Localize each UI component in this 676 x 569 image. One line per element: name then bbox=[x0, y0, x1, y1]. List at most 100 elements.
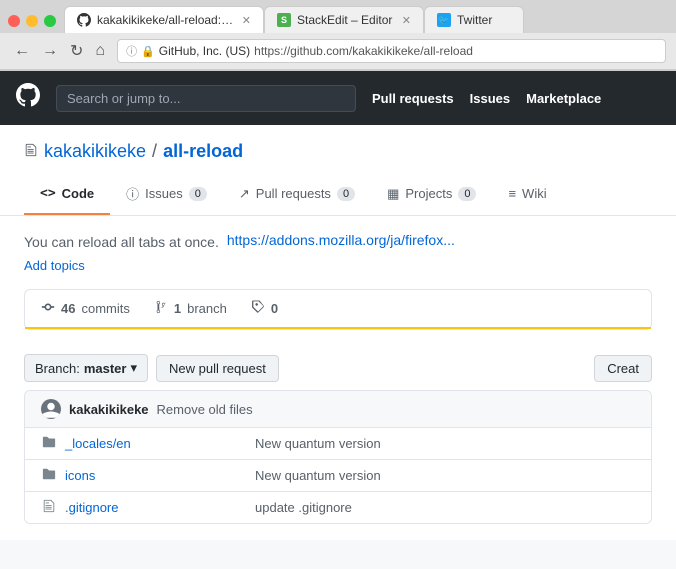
twitter-tab-title: Twitter bbox=[457, 13, 511, 27]
branches-stat[interactable]: 1 branch bbox=[154, 300, 227, 317]
tab-twitter[interactable]: 🐦 Twitter bbox=[424, 6, 524, 33]
repo-owner-link[interactable]: kakakikikeke bbox=[44, 141, 146, 162]
commits-stat[interactable]: 46 commits bbox=[41, 300, 130, 317]
commits-label: commits bbox=[81, 301, 129, 316]
repo-description-link[interactable]: https://addons.mozilla.org/ja/firefox... bbox=[227, 232, 455, 248]
new-pull-request-button[interactable]: New pull request bbox=[156, 355, 279, 382]
repo-header: kakakikikeke / all-reload <> Code ⓘ Issu… bbox=[0, 125, 676, 216]
browser-toolbar: ← → ↻ ⌂ ⓘ 🔒 GitHub, Inc. (US) https://gi… bbox=[0, 33, 676, 70]
nav-links: Pull requests Issues Marketplace bbox=[372, 91, 601, 106]
branches-label: branch bbox=[187, 301, 227, 316]
tab-projects[interactable]: ▦ Projects 0 bbox=[371, 174, 492, 215]
file-commit-icons: New quantum version bbox=[255, 468, 635, 483]
issues-tab-icon: ⓘ bbox=[126, 184, 139, 203]
tab-github[interactable]: kakakikikeke/all-reload: You ca ✕ bbox=[64, 6, 264, 33]
github-tab-title: kakakikikeke/all-reload: You ca bbox=[97, 13, 236, 27]
file-commit-locales: New quantum version bbox=[255, 436, 635, 451]
stackedit-tab-title: StackEdit – Editor bbox=[297, 13, 396, 27]
pull-requests-nav-link[interactable]: Pull requests bbox=[372, 91, 454, 106]
file-name-locales[interactable]: _locales/en bbox=[65, 436, 255, 451]
latest-commit-row: kakakikikeke Remove old files bbox=[25, 391, 651, 428]
stackedit-favicon: S bbox=[277, 13, 291, 27]
tab-pull-requests[interactable]: ↗ Pull requests 0 bbox=[223, 174, 371, 215]
close-window-btn[interactable] bbox=[8, 15, 20, 27]
browser-chrome: kakakikikeke/all-reload: You ca ✕ S Stac… bbox=[0, 0, 676, 71]
tags-count: 0 bbox=[271, 301, 278, 316]
stackedit-tab-close[interactable]: ✕ bbox=[402, 14, 411, 27]
branch-row: Branch: master ▾ New pull request Creat bbox=[24, 346, 652, 390]
file-row: _locales/en New quantum version bbox=[25, 428, 651, 460]
repo-separator: / bbox=[152, 141, 157, 162]
home-button[interactable]: ⌂ bbox=[91, 39, 109, 63]
maximize-window-btn[interactable] bbox=[44, 15, 56, 27]
file-row: icons New quantum version bbox=[25, 460, 651, 492]
pr-badge: 0 bbox=[337, 187, 355, 201]
address-bar[interactable]: ⓘ 🔒 GitHub, Inc. (US) https://github.com… bbox=[117, 39, 666, 63]
branches-count: 1 bbox=[174, 301, 181, 316]
create-button[interactable]: Creat bbox=[594, 355, 652, 382]
file-name-gitignore[interactable]: .gitignore bbox=[65, 500, 255, 515]
wiki-tab-icon: ≡ bbox=[508, 186, 516, 201]
file-commit-gitignore: update .gitignore bbox=[255, 500, 635, 515]
add-topics-link[interactable]: Add topics bbox=[24, 258, 85, 273]
file-name-icons[interactable]: icons bbox=[65, 468, 255, 483]
issues-tab-label: Issues bbox=[145, 186, 183, 201]
commits-count: 46 bbox=[61, 301, 75, 316]
folder-icon bbox=[41, 435, 57, 452]
pr-tab-label: Pull requests bbox=[256, 186, 331, 201]
commits-icon bbox=[41, 300, 55, 317]
projects-tab-icon: ▦ bbox=[387, 186, 399, 202]
github-navbar: Pull requests Issues Marketplace bbox=[0, 71, 676, 125]
search-input[interactable] bbox=[56, 85, 356, 112]
code-tab-icon: <> bbox=[40, 186, 56, 201]
repo-type-icon bbox=[24, 143, 38, 160]
file-row: .gitignore update .gitignore bbox=[25, 492, 651, 523]
tab-issues[interactable]: ⓘ Issues 0 bbox=[110, 174, 223, 215]
committer-avatar bbox=[41, 399, 61, 419]
stats-bar: 46 commits 1 branch 0 bbox=[24, 289, 652, 330]
pr-tab-icon: ↗ bbox=[239, 186, 250, 202]
folder-icon bbox=[41, 467, 57, 484]
repo-description: You can reload all tabs at once. bbox=[24, 232, 219, 253]
minimize-window-btn[interactable] bbox=[26, 15, 38, 27]
commit-message: Remove old files bbox=[157, 402, 253, 417]
tags-stat[interactable]: 0 bbox=[251, 300, 278, 317]
search-container bbox=[56, 85, 356, 112]
repo-content: You can reload all tabs at once. https:/… bbox=[0, 216, 676, 540]
tags-icon bbox=[251, 300, 265, 317]
refresh-button[interactable]: ↻ bbox=[66, 39, 87, 63]
breadcrumb: kakakikikeke / all-reload bbox=[24, 141, 652, 162]
file-table: kakakikikeke Remove old files _locales/e… bbox=[24, 390, 652, 524]
wiki-tab-label: Wiki bbox=[522, 186, 547, 201]
tab-wiki[interactable]: ≡ Wiki bbox=[492, 174, 562, 215]
tab-bar: kakakikikeke/all-reload: You ca ✕ S Stac… bbox=[0, 0, 676, 33]
forward-button[interactable]: → bbox=[38, 39, 62, 63]
org-name: GitHub, Inc. (US) bbox=[159, 44, 250, 58]
issues-badge: 0 bbox=[189, 187, 207, 201]
projects-tab-label: Projects bbox=[405, 186, 452, 201]
branch-value: master bbox=[84, 361, 127, 376]
branch-chevron-icon: ▾ bbox=[130, 360, 137, 376]
repo-name-link[interactable]: all-reload bbox=[163, 141, 243, 162]
stats-inner: 46 commits 1 branch 0 bbox=[25, 290, 651, 329]
nav-buttons: ← → ↻ ⌂ bbox=[10, 39, 109, 63]
lock-icon: 🔒 bbox=[141, 45, 155, 58]
projects-badge: 0 bbox=[458, 187, 476, 201]
github-logo[interactable] bbox=[16, 83, 40, 114]
tab-code[interactable]: <> Code bbox=[24, 174, 110, 215]
tab-stackedit[interactable]: S StackEdit – Editor ✕ bbox=[264, 6, 424, 33]
window-controls bbox=[0, 15, 64, 33]
branch-label: Branch: bbox=[35, 361, 80, 376]
code-tab-label: Code bbox=[62, 186, 95, 201]
back-button[interactable]: ← bbox=[10, 39, 34, 63]
marketplace-nav-link[interactable]: Marketplace bbox=[526, 91, 601, 106]
issues-nav-link[interactable]: Issues bbox=[470, 91, 510, 106]
github-tab-close[interactable]: ✕ bbox=[242, 14, 251, 27]
twitter-favicon: 🐦 bbox=[437, 13, 451, 27]
branch-selector[interactable]: Branch: master ▾ bbox=[24, 354, 148, 382]
file-icon bbox=[41, 499, 57, 516]
repo-description-row: You can reload all tabs at once. https:/… bbox=[24, 232, 652, 253]
repo-tabs: <> Code ⓘ Issues 0 ↗ Pull requests 0 ▦ P… bbox=[24, 174, 652, 215]
committer-username[interactable]: kakakikikeke bbox=[69, 402, 149, 417]
branches-icon bbox=[154, 300, 168, 317]
